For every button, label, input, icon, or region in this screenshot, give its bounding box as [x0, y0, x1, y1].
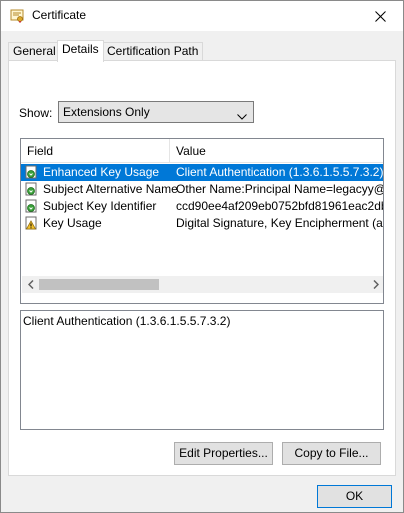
extension-icon — [25, 165, 39, 180]
window-title: Certificate — [32, 8, 87, 22]
tab-certification-path[interactable]: Certification Path — [102, 42, 204, 61]
certificate-icon — [10, 9, 24, 23]
row-value: ccd90ee4af209eb0752bfd81961eac2db12 — [176, 199, 383, 213]
dialog-body: General Details Certification Path Show:… — [1, 31, 403, 512]
warning-extension-icon — [25, 216, 39, 231]
column-header-field[interactable]: Field — [21, 139, 170, 163]
show-dropdown-value: Extensions Only — [63, 105, 150, 119]
show-dropdown[interactable]: Extensions Only — [58, 101, 254, 123]
row-value: Client Authentication (1.3.6.1.5.5.7.3.2… — [176, 165, 383, 179]
row-value: Digital Signature, Key Encipherment (a0) — [176, 216, 383, 230]
list-header: Field Value — [21, 139, 383, 163]
extension-icon — [25, 199, 39, 214]
scroll-right-button[interactable] — [367, 276, 383, 293]
chevron-down-icon — [237, 109, 247, 123]
column-header-value[interactable]: Value — [170, 139, 383, 163]
close-icon — [374, 10, 386, 22]
row-field: Enhanced Key Usage — [43, 165, 160, 179]
row-field: Subject Alternative Name — [43, 182, 178, 196]
horizontal-scrollbar[interactable] — [22, 276, 383, 293]
show-label: Show: — [19, 106, 53, 120]
chevron-right-icon — [372, 280, 379, 289]
tab-strip: General Details Certification Path — [8, 40, 396, 62]
certificate-dialog: Certificate General Details Certificatio… — [0, 0, 404, 513]
ok-button[interactable]: OK — [317, 485, 392, 508]
close-button[interactable] — [357, 1, 403, 31]
edit-properties-button[interactable]: Edit Properties... — [174, 442, 273, 465]
tab-details[interactable]: Details — [57, 40, 104, 62]
field-detail-box[interactable]: Client Authentication (1.3.6.1.5.5.7.3.2… — [20, 310, 384, 430]
details-panel: Show: Extensions Only Field Value Enhanc… — [8, 60, 396, 476]
row-value: Other Name:Principal Name=legacyy@time — [176, 182, 383, 196]
extension-icon — [25, 182, 39, 197]
tab-general[interactable]: General — [8, 42, 61, 61]
scrollbar-thumb[interactable] — [39, 279, 159, 290]
list-row[interactable]: Enhanced Key Usage Client Authentication… — [21, 164, 383, 181]
copy-to-file-button[interactable]: Copy to File... — [282, 442, 381, 465]
row-field: Key Usage — [43, 216, 102, 230]
chevron-left-icon — [27, 280, 34, 289]
list-row[interactable]: Subject Alternative Name Other Name:Prin… — [21, 181, 383, 198]
row-field: Subject Key Identifier — [43, 199, 157, 213]
scroll-left-button[interactable] — [22, 276, 39, 293]
list-row[interactable]: Key Usage Digital Signature, Key Enciphe… — [21, 215, 383, 232]
list-row[interactable]: Subject Key Identifier ccd90ee4af209eb07… — [21, 198, 383, 215]
title-bar[interactable]: Certificate — [1, 1, 403, 31]
fields-list[interactable]: Field Value Enhanced Key Usage Client Au… — [20, 138, 384, 304]
field-detail-text: Client Authentication (1.3.6.1.5.5.7.3.2… — [23, 314, 231, 328]
